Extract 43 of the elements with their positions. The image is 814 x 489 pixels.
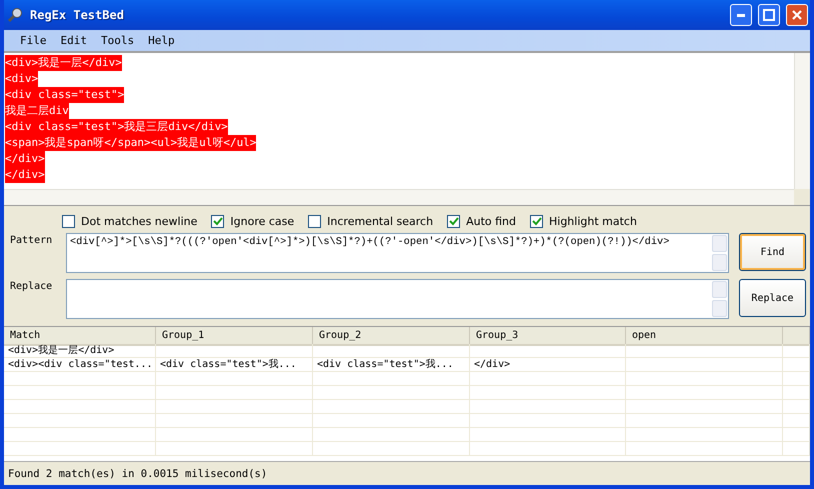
check-icon — [212, 216, 223, 226]
menu-item[interactable]: Help — [142, 32, 181, 49]
table-cell: <div><div class="test... — [4, 358, 156, 372]
text-editor[interactable]: <div>我是一层</div> <div> <div class="test"> 我是二层div <div class="test">我是三层div</div> <span>我是span呀</span><ul>我是ul呀</ul> </div> </div> — [4, 53, 810, 206]
field-label: Replace — [10, 280, 54, 292]
checkbox[interactable] — [211, 214, 224, 228]
column-header[interactable]: Group_1 — [156, 327, 313, 346]
column-header[interactable]: open — [626, 327, 783, 346]
status-text: Found 2 match(es) in 0.0015 milisecond(s) — [8, 468, 268, 480]
vertical-scrollbar[interactable] — [794, 53, 810, 189]
checkbox[interactable] — [308, 214, 322, 228]
checkbox[interactable] — [530, 214, 543, 228]
table-cell: <div class="test">我... — [156, 358, 313, 372]
close-button[interactable] — [786, 4, 808, 26]
check-icon — [532, 216, 542, 226]
option-checkbox[interactable]: Highlight match — [530, 214, 637, 228]
minimize-icon — [737, 14, 745, 16]
column-header[interactable]: Group_3 — [470, 327, 626, 346]
menu-item[interactable]: Edit — [54, 32, 93, 49]
checkbox[interactable] — [62, 214, 75, 228]
check-icon — [448, 216, 459, 226]
minimize-button[interactable] — [730, 4, 752, 26]
table-cell: <div class="test">我... — [313, 358, 470, 372]
option-checkbox[interactable]: Auto find — [447, 214, 516, 228]
maximize-icon — [763, 9, 775, 21]
replace-button[interactable]: Replace — [739, 279, 806, 317]
column-header[interactable]: Match — [4, 327, 156, 346]
table-cell: <div>我是一层</div> — [4, 344, 156, 358]
menu-item[interactable]: Tools — [95, 32, 140, 49]
checkbox[interactable] — [447, 214, 460, 228]
option-checkbox[interactable]: Dot matches newline — [62, 214, 198, 228]
horizontal-scrollbar[interactable] — [4, 189, 794, 205]
close-icon — [791, 9, 803, 21]
column-header[interactable]: Group_2 — [313, 327, 470, 346]
option-checkbox[interactable]: Incremental search — [308, 214, 434, 228]
maximize-button[interactable] — [758, 4, 780, 26]
option-checkbox[interactable]: Ignore case — [211, 214, 294, 228]
find-button[interactable]: Find — [739, 233, 806, 271]
menu-item[interactable]: File — [14, 32, 52, 49]
window-title: RegEx TestBed — [30, 8, 125, 22]
field-label: Pattern — [10, 234, 54, 246]
table-cell: </div> — [470, 358, 626, 372]
magnifier-icon — [8, 7, 24, 23]
